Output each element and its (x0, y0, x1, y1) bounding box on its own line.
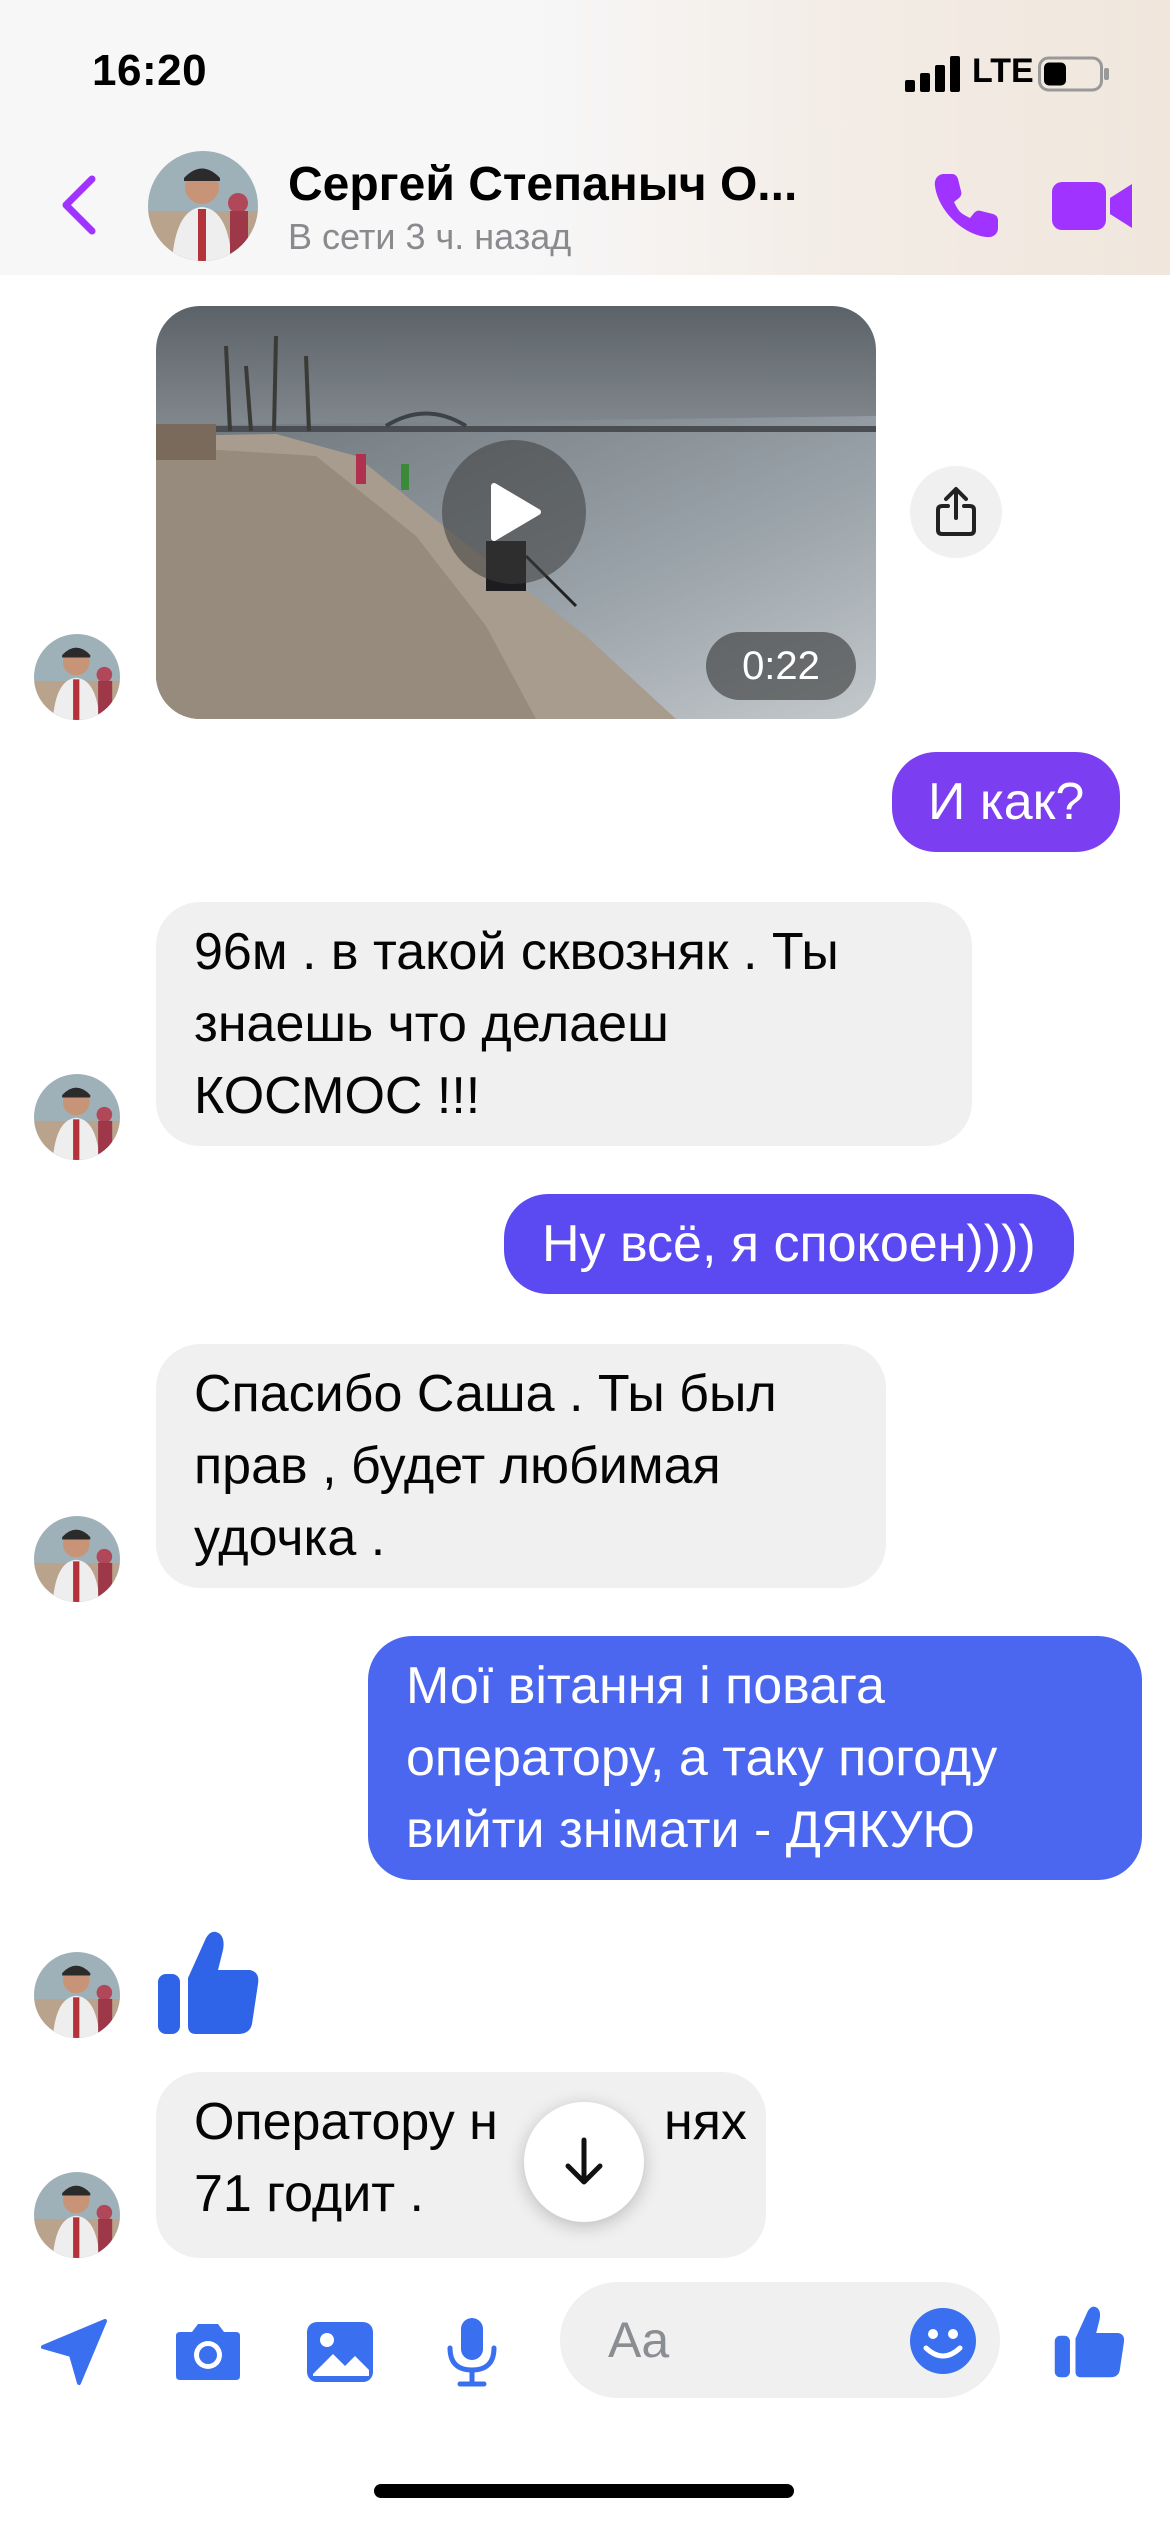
avatar-photo (34, 634, 120, 720)
phone-icon (934, 174, 998, 238)
arrow-down-icon (565, 2137, 603, 2185)
camera-icon (176, 2324, 240, 2380)
incoming-message[interactable]: Спасибо Саша . Ты был прав , будет любим… (156, 1344, 886, 1588)
outgoing-message[interactable]: Ну всё, я спокоен)))) (504, 1194, 1074, 1294)
video-duration: 0:22 (706, 632, 856, 700)
avatar-photo (148, 151, 258, 261)
outgoing-message[interactable]: И как? (892, 752, 1121, 852)
message-line-start: Оператору н (194, 2093, 498, 2151)
play-icon (491, 483, 541, 541)
message-line: 71 годит . (194, 2165, 424, 2223)
message-line: оператору, а таку погоду (406, 1729, 998, 1787)
network-type: LTE (972, 52, 1034, 90)
sender-avatar[interactable] (34, 1074, 120, 1160)
contact-name[interactable]: Сергей Степаныч О... (288, 157, 848, 212)
location-button[interactable] (36, 2314, 112, 2390)
thumbs-up-icon[interactable] (1052, 2304, 1128, 2380)
contact-avatar[interactable] (148, 151, 258, 261)
outgoing-message[interactable]: Мої вітання і повага оператору, а таку п… (368, 1636, 1142, 1880)
play-button[interactable] (442, 440, 586, 584)
share-icon (936, 487, 976, 536)
message-line: Спасибо Саша . Ты был (194, 1365, 777, 1423)
camera-button[interactable] (170, 2314, 246, 2390)
message-line: Оператору н нях (194, 2086, 747, 2158)
location-arrow-icon (41, 2319, 107, 2385)
sender-avatar[interactable] (34, 2172, 120, 2258)
avatar-photo (34, 2172, 120, 2258)
gallery-icon (307, 2322, 373, 2382)
contact-presence: В сети 3 ч. назад (288, 216, 572, 257)
status-time: 16:20 (92, 46, 208, 95)
scroll-to-bottom-button[interactable] (524, 2102, 644, 2222)
microphone-button[interactable] (434, 2314, 510, 2390)
message-line: прав , будет любимая (194, 1437, 721, 1495)
avatar-photo (34, 1516, 120, 1602)
sender-avatar[interactable] (34, 634, 120, 720)
sender-avatar[interactable] (34, 1516, 120, 1602)
sender-avatar[interactable] (34, 1952, 120, 2038)
microphone-icon (447, 2318, 497, 2387)
message-line: знаешь что делаеш (194, 995, 669, 1053)
video-call-button[interactable] (1052, 176, 1134, 236)
gallery-button[interactable] (302, 2314, 378, 2390)
avatar-photo (34, 1074, 120, 1160)
incoming-message[interactable]: Оператору н нях 71 годит . (156, 2072, 766, 2258)
message-line: удочка . (194, 1509, 386, 1567)
battery-icon (1038, 56, 1109, 92)
back-button[interactable] (48, 168, 108, 242)
message-line: Мої вітання і повага (406, 1657, 885, 1715)
video-camera-icon (1052, 182, 1106, 230)
voice-call-button[interactable] (928, 168, 1004, 244)
share-button[interactable] (910, 466, 1002, 558)
home-indicator (374, 2484, 794, 2498)
message-line: 96м . в такой сквозняк . Ты (194, 923, 839, 981)
signal-icon (905, 56, 960, 92)
message-line: вийти знімати - ДЯКУЮ (406, 1801, 975, 1859)
back-chevron-icon (62, 175, 96, 235)
emoji-icon[interactable] (908, 2306, 978, 2376)
avatar-photo (34, 1952, 120, 2038)
message-line: КОСМОС !!! (194, 1067, 481, 1125)
message-line-end: нях (664, 2093, 747, 2151)
incoming-message[interactable]: 96м . в такой сквозняк . Ты знаешь что д… (156, 902, 972, 1146)
thumbs-up-icon[interactable] (156, 1928, 262, 2038)
